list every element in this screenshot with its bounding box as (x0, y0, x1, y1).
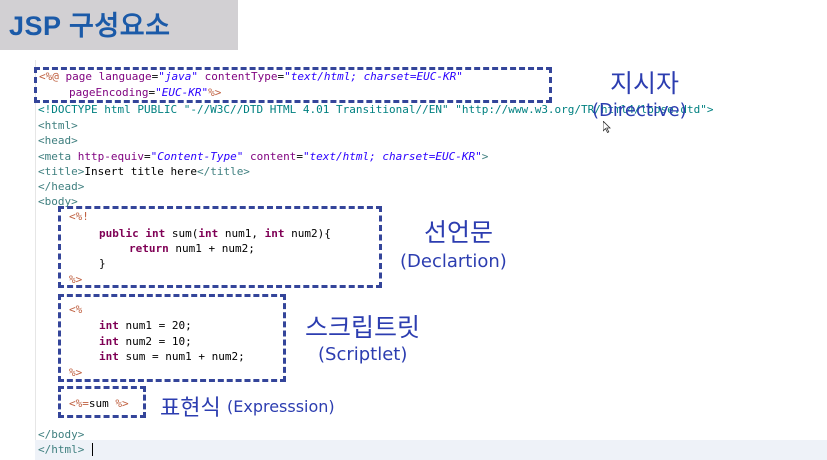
code-line-head-close: </head> (38, 180, 85, 193)
code-line-body-close: </body> (38, 428, 85, 441)
annotation-directive-en: (Directive) (592, 100, 687, 121)
annotation-declaration-ko: 선언문 (424, 218, 494, 247)
editor-current-line-highlight (35, 440, 827, 460)
annotation-scriptlet-ko: 스크립트릿 (305, 313, 421, 342)
annotation-directive-ko: 지시자 (610, 69, 680, 98)
annotation-expression-ko: 표현식 (160, 396, 221, 421)
directive-highlight-box (34, 67, 552, 103)
annotation-declaration-en: (Declartion) (400, 251, 507, 272)
expression-highlight-box (58, 386, 146, 418)
annotation-scriptlet-en: (Scriptlet) (318, 344, 408, 365)
code-line-html-close: </html> (38, 443, 85, 456)
text-caret (92, 443, 93, 456)
code-line-html-open: <html> (38, 119, 78, 132)
slide-title: JSP 구성요소 (9, 11, 171, 41)
declaration-highlight-box (58, 206, 382, 288)
mouse-pointer-icon (603, 121, 611, 133)
annotation-expression-en: (Expresssion) (227, 397, 335, 416)
code-line-meta: <meta http-equiv="Content-Type" content=… (38, 150, 489, 163)
code-line-head-open: <head> (38, 134, 78, 147)
scriptlet-highlight-box (58, 294, 286, 382)
code-line-title: <title>Insert title here</title> (38, 165, 250, 178)
